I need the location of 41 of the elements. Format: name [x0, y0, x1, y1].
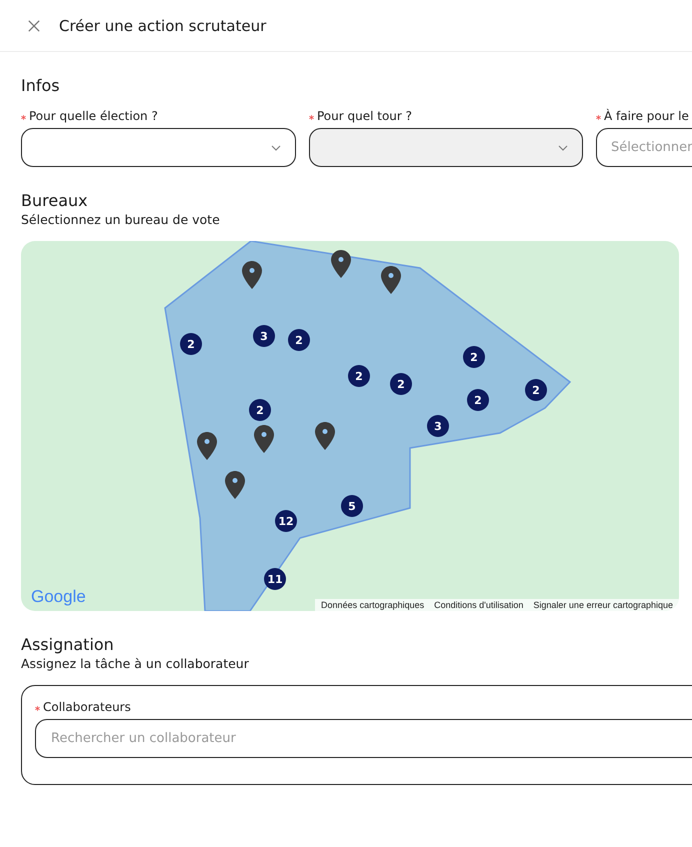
cluster-marker[interactable]: 2: [288, 329, 310, 351]
field-label: Collaborateurs: [43, 700, 131, 714]
section-subtitle: Assignez la tâche à un collaborateur: [21, 656, 250, 671]
cluster-marker[interactable]: 2: [180, 333, 202, 355]
page-title: Créer une action scrutateur: [59, 16, 266, 34]
cluster-marker[interactable]: 3: [253, 325, 275, 347]
section-title: Bureaux: [21, 191, 89, 210]
map-pin-icon[interactable]: [331, 250, 351, 278]
district-area[interactable]: [164, 241, 572, 611]
cluster-marker[interactable]: 3: [427, 415, 449, 437]
field-label: Pour quel tour ?: [317, 109, 412, 123]
close-icon[interactable]: [28, 20, 40, 32]
cluster-marker[interactable]: 5: [341, 495, 363, 517]
chevron-down-icon: [271, 144, 281, 150]
cluster-marker[interactable]: 2: [348, 365, 370, 387]
section-subtitle: Sélectionnez un bureau de vote: [21, 212, 221, 227]
section-title: Assignation: [21, 635, 115, 654]
section-title: Infos: [21, 76, 61, 95]
map-pin-icon[interactable]: [381, 266, 401, 294]
map-logo: Google: [31, 587, 86, 607]
cluster-marker[interactable]: 2: [467, 389, 489, 411]
search-field[interactable]: Rechercher un collaborateur: [35, 719, 692, 758]
map-pin-icon[interactable]: [315, 422, 335, 450]
attribution-link[interactable]: Conditions d'utilisation: [434, 600, 524, 610]
chevron-down-icon: [558, 144, 568, 150]
map-background[interactable]: 2 3 2 2 2 2 2 2 2 3 5 12 11 Google Données cartographiques Conditions d'utilisation Signaler une erreur cartographique: [21, 241, 679, 611]
select-field[interactable]: [21, 128, 296, 167]
map-pin-icon[interactable]: [225, 471, 245, 499]
cluster-marker[interactable]: 12: [275, 510, 297, 532]
cluster-marker[interactable]: 2: [525, 379, 547, 401]
cluster-marker[interactable]: 2: [390, 373, 412, 395]
map-pin-icon[interactable]: [197, 432, 217, 460]
attribution-link[interactable]: Signaler une erreur cartographique: [533, 600, 673, 610]
cluster-marker[interactable]: 2: [463, 346, 485, 368]
map-pin-icon[interactable]: [254, 425, 274, 453]
attribution-link[interactable]: Données cartographiques: [321, 600, 424, 610]
cluster-marker[interactable]: 11: [264, 568, 286, 590]
field-label: Pour quelle élection ?: [29, 109, 158, 123]
cluster-marker[interactable]: 2: [249, 399, 271, 421]
map-pin-icon[interactable]: [242, 261, 262, 289]
field-label: À faire pour le: [604, 109, 689, 123]
